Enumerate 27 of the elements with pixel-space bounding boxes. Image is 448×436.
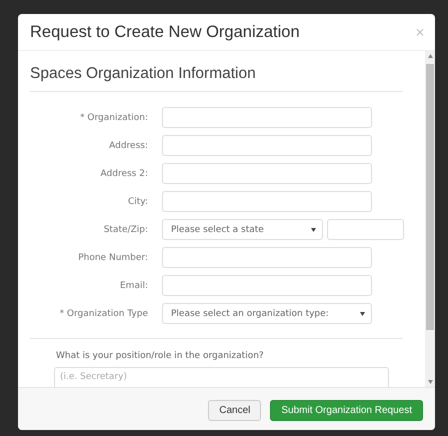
select-field[interactable]: Please select an organization type: bbox=[162, 303, 372, 324]
dialog-title: Request to Create New Organization bbox=[30, 22, 300, 42]
scrollbar[interactable] bbox=[425, 51, 435, 387]
field-label: * Organization: bbox=[79, 112, 148, 122]
scroll-down-icon[interactable] bbox=[428, 380, 432, 384]
zip-field[interactable] bbox=[327, 219, 404, 240]
field-label: * Organization Type bbox=[58, 308, 148, 318]
question-label: What is your position/role in the organization? bbox=[56, 351, 265, 361]
field-label: State/Zip: bbox=[102, 224, 148, 234]
input-field[interactable] bbox=[162, 107, 372, 128]
input-field[interactable] bbox=[162, 163, 372, 184]
scroll-up-icon[interactable] bbox=[428, 54, 432, 58]
field-label: City: bbox=[126, 196, 148, 206]
input-field[interactable] bbox=[162, 275, 372, 296]
cancel-button[interactable]: Cancel bbox=[208, 400, 262, 420]
caret-icon bbox=[360, 312, 365, 316]
input-field[interactable] bbox=[162, 191, 372, 212]
select-field[interactable]: Please select a state bbox=[162, 219, 323, 240]
section-heading: Spaces Organization Information bbox=[30, 65, 403, 92]
field-label: Address: bbox=[108, 140, 148, 150]
input-field[interactable] bbox=[162, 247, 372, 268]
field-label: Email: bbox=[118, 280, 148, 290]
input-field[interactable] bbox=[162, 135, 372, 156]
field-label: Phone Number: bbox=[77, 252, 148, 262]
caret-icon bbox=[311, 228, 316, 232]
field-label: Address 2: bbox=[100, 168, 148, 178]
submit-button[interactable]: Submit Organization Request bbox=[270, 400, 423, 420]
